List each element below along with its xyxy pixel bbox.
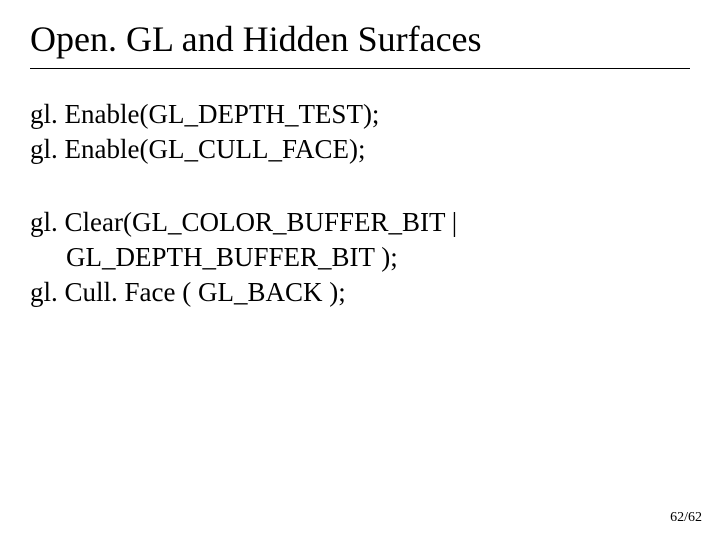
code-block-1: gl. Enable(GL_DEPTH_TEST); gl. Enable(GL… xyxy=(30,97,690,167)
code-line: gl. Enable(GL_DEPTH_TEST); xyxy=(30,97,690,132)
slide-title: Open. GL and Hidden Surfaces xyxy=(30,18,690,60)
code-block-2: gl. Clear(GL_COLOR_BUFFER_BIT | GL_DEPTH… xyxy=(30,205,690,310)
code-line: GL_DEPTH_BUFFER_BIT ); xyxy=(30,240,690,275)
title-divider xyxy=(30,68,690,69)
code-line: gl. Clear(GL_COLOR_BUFFER_BIT | xyxy=(30,205,690,240)
code-line: gl. Enable(GL_CULL_FACE); xyxy=(30,132,690,167)
code-line: gl. Cull. Face ( GL_BACK ); xyxy=(30,275,690,310)
page-number: 62/62 xyxy=(670,510,702,526)
